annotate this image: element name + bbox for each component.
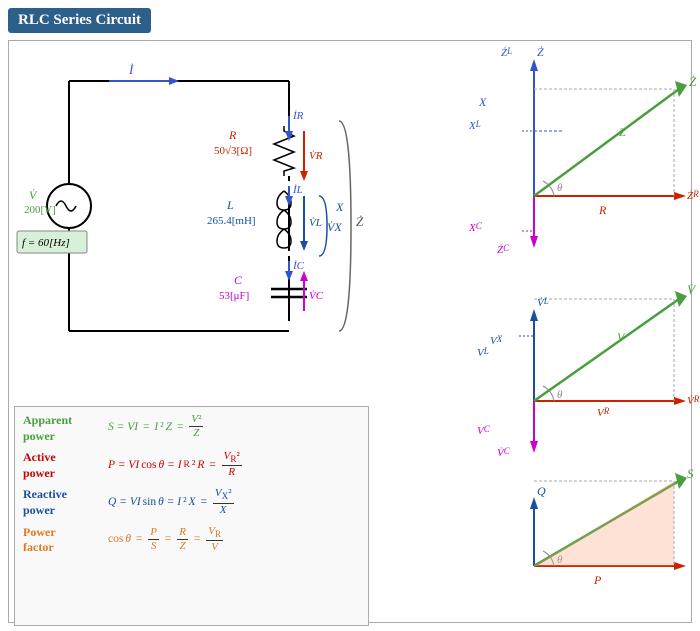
svg-text:f = 60[Hz]: f = 60[Hz] [22, 237, 70, 249]
svg-text:VC: VC [477, 424, 491, 437]
svg-text:V̇L: V̇L [309, 217, 322, 229]
apparent-power-label: Apparentpower [23, 413, 108, 444]
apparent-power-expr: S = VI = I²Z = V²Z [108, 413, 204, 440]
circuit-area: İ V̇ 200[V] f = 60[Hz] R 50√3[Ω] İR V̇R … [9, 41, 379, 401]
svg-text:V̇: V̇ [687, 282, 697, 297]
apparent-power-row: Apparentpower S = VI = I²Z = V²Z [23, 413, 360, 444]
power-factor-expr: cosθ = PS = RZ = VRV [108, 525, 224, 554]
svg-text:İC: İC [292, 260, 305, 272]
phasor-svg: θ Ż ŻL ŻC ŻR Ż XL XC X R Z [379, 41, 700, 631]
svg-text:Z: Z [619, 125, 626, 139]
svg-text:265.4[mH]: 265.4[mH] [207, 215, 256, 227]
svg-text:VL: VL [477, 346, 489, 359]
svg-text:L: L [226, 198, 234, 212]
reactive-power-expr: Q = VIsinθ = I²X = VX²X [108, 487, 235, 516]
reactive-power-label: Reactivepower [23, 487, 108, 518]
svg-text:R: R [598, 203, 607, 217]
svg-text:Ż: Ż [537, 45, 544, 59]
svg-text:R: R [228, 128, 237, 142]
svg-text:İR: İR [292, 110, 304, 122]
svg-text:X: X [478, 95, 487, 109]
left-panel: İ V̇ 200[V] f = 60[Hz] R 50√3[Ω] İR V̇R … [9, 41, 379, 622]
svg-text:VR: VR [597, 406, 610, 419]
svg-text:V̇L: V̇L [537, 296, 549, 309]
svg-text:53[μF]: 53[μF] [219, 290, 249, 302]
svg-text:Ż: Ż [356, 214, 364, 229]
svg-text:Q: Q [537, 484, 546, 498]
power-factor-label: Powerfactor [23, 525, 108, 556]
circuit-svg: İ V̇ 200[V] f = 60[Hz] R 50√3[Ω] İR V̇R … [9, 41, 379, 401]
svg-text:XL: XL [468, 119, 481, 132]
svg-text:İL: İL [292, 184, 303, 196]
svg-text:V̇R: V̇R [309, 150, 323, 162]
svg-text:ŻR: ŻR [687, 189, 699, 202]
svg-text:C: C [234, 273, 243, 287]
svg-text:50√3[Ω]: 50√3[Ω] [214, 145, 252, 157]
page-title: RLC Series Circuit [8, 8, 151, 33]
svg-text:V̇R: V̇R [687, 394, 700, 407]
svg-text:V̇C: V̇C [497, 446, 511, 459]
svg-text:θ: θ [557, 389, 563, 401]
svg-text:İ: İ [128, 62, 134, 77]
right-panel: θ Ż ŻL ŻC ŻR Ż XL XC X R Z [379, 41, 691, 622]
svg-text:S: S [687, 466, 694, 481]
svg-text:ŻC: ŻC [497, 243, 510, 256]
svg-text:P: P [593, 573, 602, 587]
svg-text:V̇: V̇ [29, 188, 38, 202]
svg-text:θ: θ [557, 182, 563, 194]
svg-text:Ż: Ż [689, 74, 697, 89]
svg-text:V̇C: V̇C [309, 290, 324, 302]
active-power-label: Activepower [23, 450, 108, 481]
svg-text:XC: XC [468, 221, 483, 234]
active-power-row: Activepower P = VIcosθ = IR²R = VR²R [23, 450, 360, 481]
svg-text:ŻL: ŻL [501, 46, 512, 59]
svg-text:V̇X: V̇X [327, 220, 342, 234]
active-power-expr: P = VIcosθ = IR²R = VR²R [108, 450, 243, 479]
svg-text:X: X [335, 200, 344, 214]
formulas-box: Apparentpower S = VI = I²Z = V²Z Activep… [14, 406, 369, 626]
svg-text:200[V]: 200[V] [24, 204, 56, 216]
reactive-power-row: Reactivepower Q = VIsinθ = I²X = VX²X [23, 487, 360, 518]
power-factor-row: Powerfactor cosθ = PS = RZ = VRV [23, 525, 360, 556]
svg-text:VX: VX [490, 334, 503, 347]
main-content: İ V̇ 200[V] f = 60[Hz] R 50√3[Ω] İR V̇R … [8, 40, 692, 623]
